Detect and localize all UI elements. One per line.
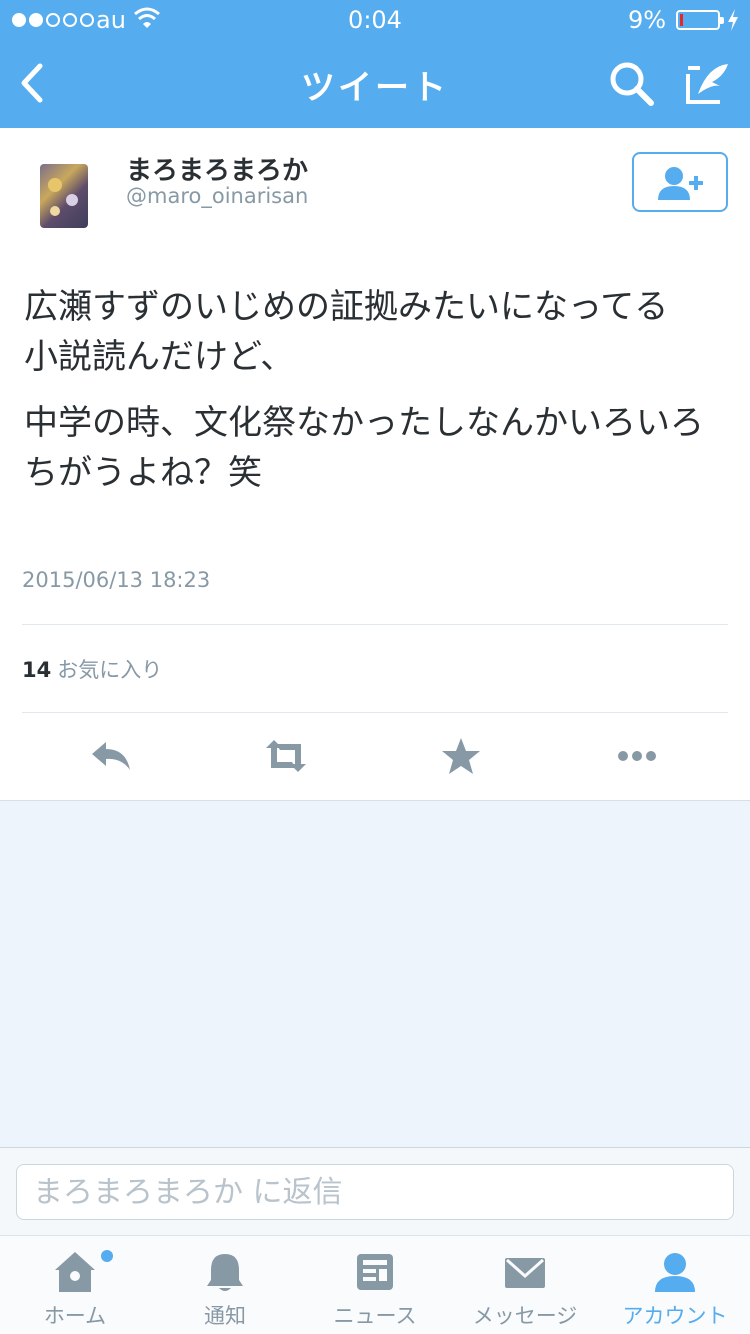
notification-dot [101,1250,113,1262]
tweet-paragraph: 広瀬すずのいじめの証拠みたいになってる 小説読んだけど、 [24,287,669,377]
add-user-icon [658,167,703,200]
bell-icon [207,1254,243,1291]
news-icon [357,1254,393,1290]
retweet-icon[interactable] [262,734,310,778]
tweet-paragraph: 中学の時、文化祭なかったしなんかいろいろちがうよね？笑 [24,403,704,493]
follow-button[interactable] [632,152,728,212]
avatar-detail [66,194,78,206]
person-icon [655,1253,695,1292]
tab-label: アカウント [622,1304,728,1328]
tab-account[interactable]: アカウント [600,1236,750,1334]
reply-bar [0,1147,750,1235]
tab-news[interactable]: ニュース [300,1236,450,1334]
tab-messages[interactable]: メッセージ [450,1236,600,1334]
tweet-timestamp: 2015/06/13 18:23 [22,568,211,592]
tab-home[interactable]: ホーム [0,1236,150,1334]
tab-notifications[interactable]: 通知 [150,1236,300,1334]
top-bar: au 0:04 9% ツイート [0,0,750,128]
favorite-icon[interactable] [437,734,485,778]
tweet-text: 広瀬すずのいじめの証拠みたいになってる 小説読んだけど、 中学の時、文化祭なかっ… [24,282,730,514]
favorites-count-row[interactable]: 14 お気に入り [22,654,162,684]
search-icon[interactable] [608,60,656,108]
avatar[interactable] [40,164,88,228]
divider [22,712,728,713]
divider [22,624,728,625]
favorites-label: お気に入り [57,658,163,682]
tweet-card: まろまろまろか @maro_oinarisan 広瀬すずのいじめの証拠みたいにな… [0,128,750,801]
tab-label: ホーム [43,1304,107,1328]
reply-icon[interactable] [88,734,136,778]
avatar-detail [50,206,60,216]
tweet-actions [0,728,750,784]
favorites-count: 14 [22,658,52,682]
tab-label: ニュース [333,1304,417,1328]
battery-icon [676,10,724,30]
compose-icon[interactable] [682,60,732,108]
display-name[interactable]: まろまろまろか [126,150,308,187]
charging-icon [728,9,738,31]
avatar-detail [48,178,62,192]
tab-label: 通知 [204,1304,246,1328]
home-icon [55,1252,95,1292]
more-icon[interactable] [613,734,661,778]
envelope-icon [505,1258,545,1288]
user-handle[interactable]: @maro_oinarisan [126,184,308,208]
tab-bar: ホーム 通知 ニュース メッセージ アカウント [0,1235,750,1334]
battery-fill [680,14,683,26]
reply-input[interactable] [16,1164,734,1220]
tab-label: メッセージ [472,1304,578,1328]
battery-percent: 9% [628,6,667,34]
status-bar: au 0:04 9% [0,0,750,40]
